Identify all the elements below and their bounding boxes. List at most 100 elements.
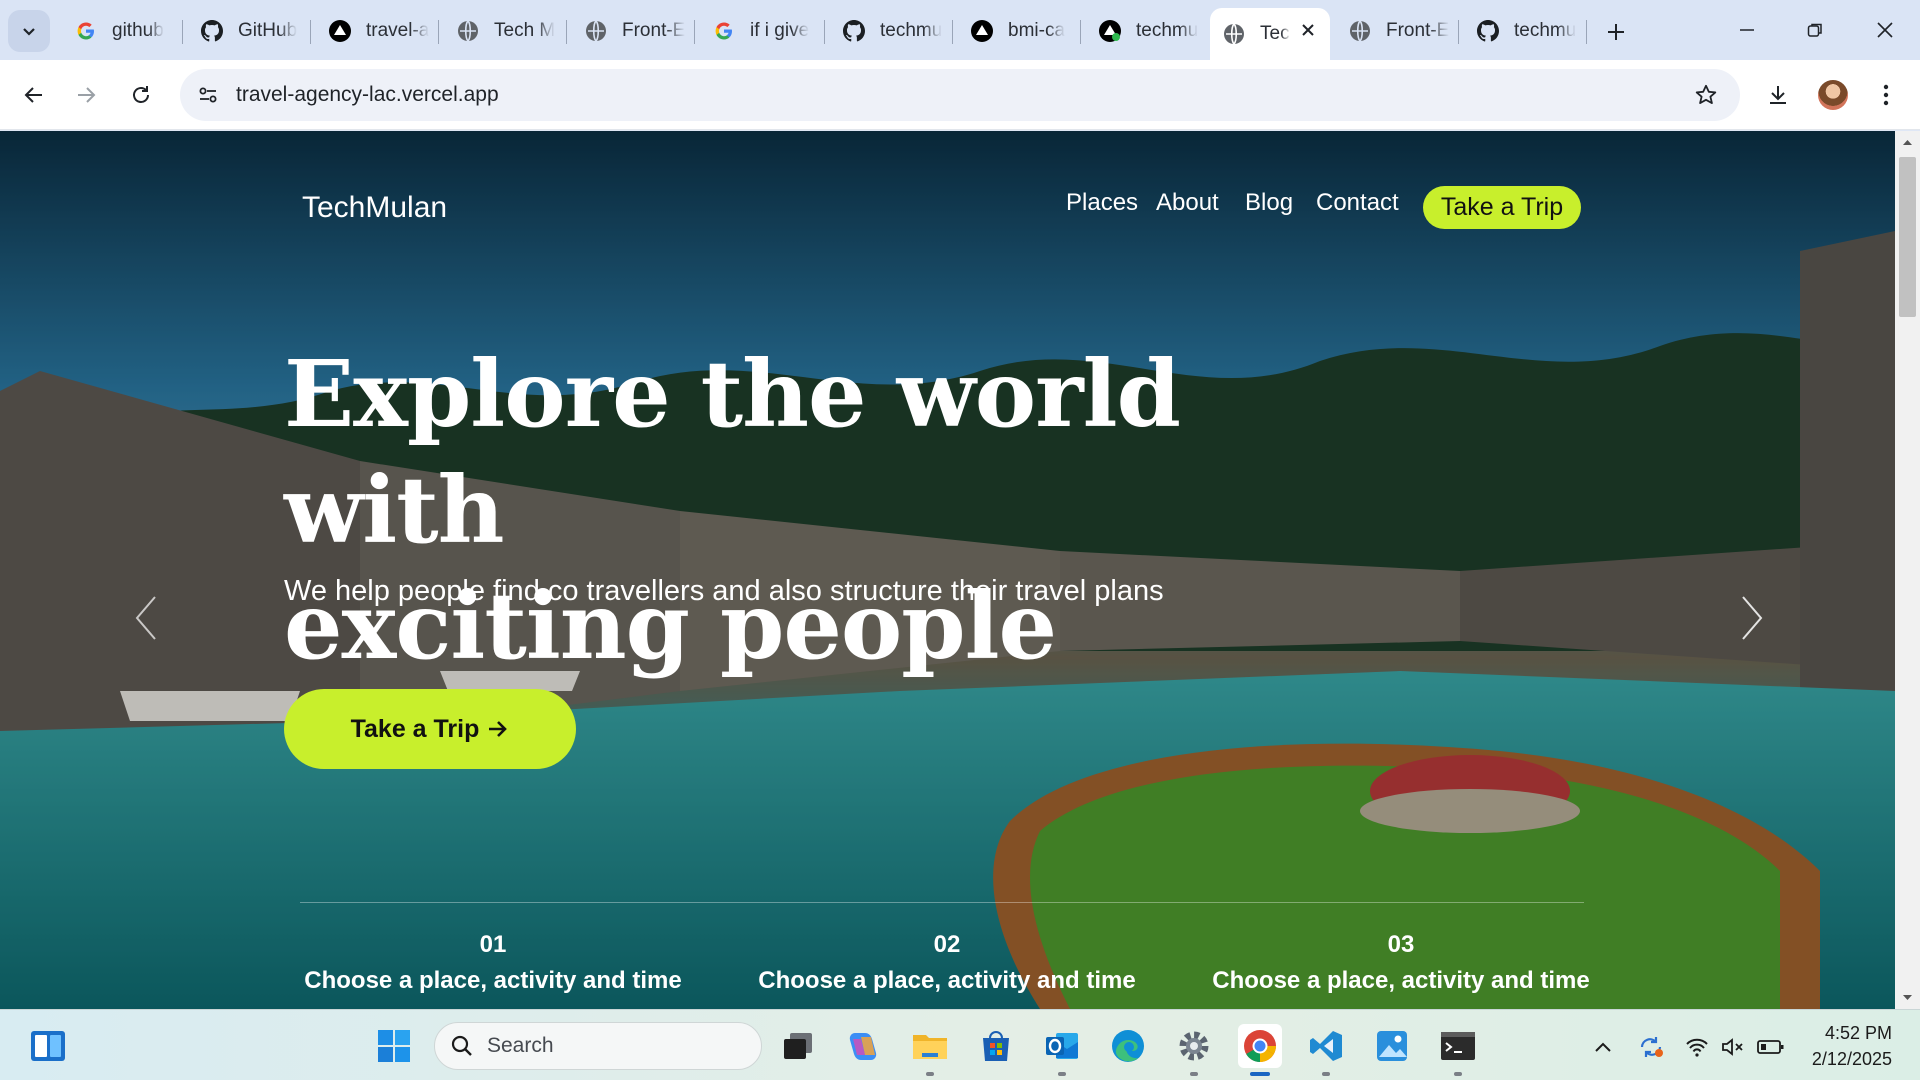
restore-button[interactable] — [1792, 10, 1838, 50]
tab-bmi-calc[interactable]: bmi-ca — [958, 10, 1078, 52]
close-tab-icon[interactable] — [1298, 20, 1318, 40]
system-clock[interactable]: 4:52 PM 2/12/2025 — [1812, 1020, 1892, 1072]
terminal-button[interactable] — [1436, 1024, 1480, 1076]
hero-headline-line-1: Explore the world with — [284, 340, 1181, 564]
widgets-button[interactable] — [26, 1024, 70, 1068]
chrome-button[interactable] — [1238, 1024, 1282, 1076]
scrollbar-thumb[interactable] — [1899, 157, 1916, 317]
minimize-button[interactable] — [1724, 10, 1770, 50]
arrow-right-icon — [78, 87, 96, 103]
wifi-icon[interactable] — [1682, 1034, 1712, 1060]
close-window-button[interactable] — [1862, 10, 1908, 50]
kebab-menu-icon — [1883, 84, 1889, 106]
address-bar[interactable]: travel-agency-lac.vercel.app — [180, 69, 1740, 121]
active-indicator — [1250, 1072, 1270, 1076]
tab-front-end-2[interactable]: Front-E — [1336, 10, 1456, 52]
nav-link-blog[interactable]: Blog — [1245, 189, 1293, 217]
site-logo[interactable]: TechMulan — [302, 191, 447, 225]
step-text: Choose a place, activity and time — [1212, 967, 1590, 994]
step-number: 01 — [479, 931, 507, 958]
menu-button[interactable] — [1866, 75, 1906, 115]
start-button[interactable] — [372, 1024, 416, 1068]
hero-subtitle: We help people find co travellers and al… — [284, 575, 1164, 607]
reload-button[interactable] — [121, 75, 161, 115]
taskbar-search[interactable]: Search — [434, 1022, 762, 1070]
tab-strip: github GitHub travel-a Tech M Front-E if… — [0, 0, 1920, 60]
show-hidden-icons-button[interactable] — [1588, 1034, 1618, 1060]
tab-github[interactable]: GitHub — [188, 10, 308, 52]
bookmark-star-icon[interactable] — [1692, 81, 1720, 109]
photos-button[interactable] — [1370, 1024, 1414, 1068]
tab-github-search[interactable]: github — [62, 10, 180, 52]
globe-icon — [1348, 19, 1372, 43]
tab-title: techmu — [1514, 20, 1577, 41]
google-icon — [74, 19, 98, 43]
running-indicator — [1322, 1072, 1330, 1076]
nav-link-about[interactable]: About — [1156, 189, 1219, 217]
tab-techmu-github-2[interactable]: techmu — [1464, 10, 1584, 52]
downloads-button[interactable] — [1758, 75, 1798, 115]
volume-muted-icon[interactable] — [1718, 1034, 1748, 1060]
scroll-up-icon[interactable] — [1902, 138, 1913, 146]
tab-search-button[interactable] — [8, 10, 50, 52]
hero-take-a-trip-button[interactable]: Take a Trip — [284, 689, 576, 769]
vscode-button[interactable] — [1304, 1024, 1348, 1076]
edge-button[interactable] — [1106, 1024, 1150, 1068]
tab-title: Tec — [1260, 23, 1290, 44]
windows-logo-icon — [378, 1030, 410, 1062]
search-icon — [451, 1035, 472, 1056]
hero-cta-label: Take a Trip — [350, 714, 480, 743]
task-view-icon — [784, 1033, 812, 1059]
settings-button[interactable] — [1172, 1024, 1216, 1076]
nav-take-a-trip-button[interactable]: Take a Trip — [1423, 186, 1581, 229]
terminal-icon — [1441, 1032, 1475, 1060]
task-view-button[interactable] — [776, 1024, 820, 1068]
forward-button[interactable] — [66, 75, 106, 115]
chevron-down-icon — [23, 28, 35, 36]
carousel-next-button[interactable] — [1732, 588, 1772, 648]
tab-title: techmu — [1136, 20, 1199, 41]
page-scrollbar[interactable] — [1895, 131, 1920, 1009]
tab-techmu-github[interactable]: techmu — [830, 10, 950, 52]
chevron-left-icon — [135, 596, 156, 640]
outlook-button[interactable] — [1040, 1024, 1084, 1076]
back-button[interactable] — [14, 75, 54, 115]
tab-title: Tech M — [494, 20, 556, 41]
browser-toolbar: travel-agency-lac.vercel.app — [0, 60, 1920, 130]
globe-icon — [456, 19, 480, 43]
site-settings-icon[interactable] — [194, 81, 222, 109]
file-explorer-button[interactable] — [908, 1024, 952, 1076]
tab-travel-agency[interactable]: travel-a — [316, 10, 436, 52]
photos-icon — [1377, 1031, 1407, 1061]
arrow-left-icon — [24, 87, 42, 103]
github-icon — [1476, 19, 1500, 43]
tab-title: Front-E — [622, 20, 686, 41]
microsoft-store-button[interactable] — [974, 1024, 1018, 1068]
new-tab-button[interactable] — [1598, 14, 1634, 50]
step-number: 02 — [933, 931, 961, 958]
gear-icon — [1179, 1031, 1209, 1061]
tab-if-i-give[interactable]: if i give — [700, 10, 822, 52]
carousel-prev-button[interactable] — [126, 588, 166, 648]
tab-active[interactable]: Tec — [1210, 8, 1330, 60]
tab-techmu-vercel[interactable]: techmu — [1086, 10, 1206, 52]
page-viewport: TechMulan Places About Blog Contact Take… — [0, 131, 1895, 1009]
close-icon — [1877, 22, 1893, 38]
tab-tech-m[interactable]: Tech M — [444, 10, 564, 52]
vscode-icon — [1310, 1031, 1342, 1061]
url-text[interactable]: travel-agency-lac.vercel.app — [236, 83, 499, 107]
nav-link-places[interactable]: Places — [1066, 189, 1138, 217]
minimize-icon — [1740, 29, 1754, 31]
profile-button[interactable] — [1813, 75, 1853, 115]
arrow-right-icon — [489, 721, 508, 737]
scroll-down-icon[interactable] — [1902, 994, 1913, 1002]
nav-link-contact[interactable]: Contact — [1316, 189, 1399, 217]
hero-headline: Explore the world with exciting people — [284, 336, 1384, 684]
tab-front-end[interactable]: Front-E — [572, 10, 692, 52]
restore-icon — [1807, 23, 1822, 37]
battery-icon[interactable] — [1756, 1034, 1786, 1060]
sync-status-icon[interactable] — [1636, 1034, 1666, 1060]
chevron-right-icon — [1742, 596, 1763, 640]
copilot-button[interactable] — [842, 1024, 886, 1068]
copilot-icon — [849, 1033, 877, 1060]
